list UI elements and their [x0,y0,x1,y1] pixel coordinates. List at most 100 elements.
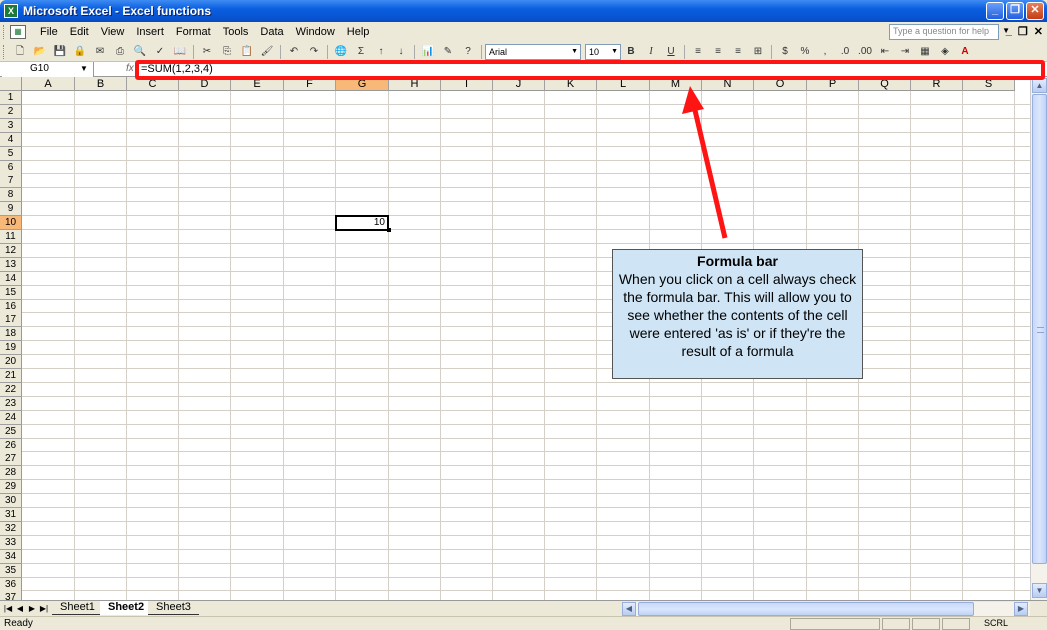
increase-indent-icon[interactable]: ⇥ [897,44,913,60]
row-header-4[interactable]: 4 [0,133,22,147]
increase-decimal-icon[interactable]: .0 [837,44,853,60]
column-header-Q[interactable]: Q [859,77,911,91]
column-header-G[interactable]: G [336,77,389,91]
vertical-scroll-thumb[interactable] [1032,94,1047,564]
borders-icon[interactable]: ▦ [917,44,933,60]
open-icon[interactable]: 📂 [32,44,48,60]
fill-color-icon[interactable]: ◈ [937,44,953,60]
formula-input[interactable]: =SUM(1,2,3,4) [141,62,213,76]
sheet-tab-sheet1[interactable]: Sheet1 [52,601,103,615]
column-header-L[interactable]: L [597,77,650,91]
merge-center-icon[interactable]: ⊞ [750,44,766,60]
hyperlink-icon[interactable]: 🌐 [333,44,349,60]
menu-help[interactable]: Help [341,23,376,41]
doc-restore-button[interactable]: ❐ [1018,25,1028,38]
menu-data[interactable]: Data [254,23,289,41]
scroll-right-icon[interactable]: ▶ [1014,602,1028,616]
row-header-31[interactable]: 31 [0,508,22,522]
redo-icon[interactable]: ↷ [306,44,322,60]
column-header-O[interactable]: O [754,77,807,91]
worksheet-grid[interactable]: A B C D E F G H I J K L M N O P Q R S 1 2 3 4 5 6 7 8 9 10 11 12 13 14 15… [0,77,1030,600]
row-header-28[interactable]: 28 [0,466,22,480]
scroll-down-icon[interactable]: ▼ [1032,583,1047,598]
font-color-button[interactable]: A [957,44,973,60]
menu-format[interactable]: Format [170,23,217,41]
save-icon[interactable]: 💾 [52,44,68,60]
column-header-A[interactable]: A [22,77,75,91]
column-header-P[interactable]: P [807,77,859,91]
column-header-M[interactable]: M [650,77,702,91]
currency-icon[interactable]: $ [777,44,793,60]
insert-function-icon[interactable]: fx [126,62,134,76]
new-icon[interactable]: 🗋 [12,44,28,60]
cut-icon[interactable]: ✂ [199,44,215,60]
comma-button[interactable]: , [817,44,833,60]
decrease-indent-icon[interactable]: ⇤ [877,44,893,60]
sort-ascending-icon[interactable]: ↑ [373,44,389,60]
toolbar-grip[interactable] [3,44,6,59]
row-header-3[interactable]: 3 [0,119,22,133]
row-header-24[interactable]: 24 [0,411,22,425]
sheet-tab-sheet3[interactable]: Sheet3 [148,601,199,615]
permission-icon[interactable]: 🔒 [72,44,88,60]
print-preview-icon[interactable]: 🔍 [132,44,148,60]
row-header-5[interactable]: 5 [0,147,22,161]
row-header-37[interactable]: 37 [0,591,22,600]
row-header-26[interactable]: 26 [0,439,22,453]
align-right-icon[interactable]: ≡ [730,44,746,60]
column-header-K[interactable]: K [545,77,597,91]
row-header-10[interactable]: 10 [0,216,22,230]
chart-wizard-icon[interactable]: 📊 [420,44,436,60]
help-search-input[interactable]: Type a question for help [889,24,999,40]
spelling-icon[interactable]: ✓ [152,44,168,60]
first-sheet-icon[interactable]: |◀ [3,602,13,615]
research-icon[interactable]: 📖 [172,44,188,60]
row-header-32[interactable]: 32 [0,522,22,536]
row-header-12[interactable]: 12 [0,244,22,258]
menu-window[interactable]: Window [290,23,341,41]
email-icon[interactable]: ✉ [92,44,108,60]
row-header-9[interactable]: 9 [0,202,22,216]
row-header-34[interactable]: 34 [0,550,22,564]
horizontal-scrollbar[interactable]: ◀ ▶ [622,602,1030,616]
underline-button[interactable]: U [663,44,679,60]
doc-close-button[interactable]: ✕ [1034,25,1043,38]
minimize-button[interactable]: _ [986,2,1004,20]
vertical-scrollbar[interactable]: ▲ ▼ [1030,77,1047,600]
column-header-N[interactable]: N [702,77,754,91]
menu-grip[interactable] [3,25,6,39]
column-header-I[interactable]: I [441,77,493,91]
bold-button[interactable]: B [623,44,639,60]
sort-descending-icon[interactable]: ↓ [393,44,409,60]
drawing-icon[interactable]: ✎ [440,44,456,60]
menu-tools[interactable]: Tools [217,23,255,41]
row-header-21[interactable]: 21 [0,369,22,383]
column-header-B[interactable]: B [75,77,127,91]
column-header-E[interactable]: E [231,77,284,91]
font-name-select[interactable]: Arial ▼ [485,43,581,60]
next-sheet-icon[interactable]: ▶ [27,602,37,615]
row-header-18[interactable]: 18 [0,327,22,341]
copy-icon[interactable]: ⎘ [219,44,235,60]
name-box-dropdown-icon[interactable]: ▼ [80,62,88,76]
row-header-6[interactable]: 6 [0,161,22,175]
row-header-11[interactable]: 11 [0,230,22,244]
sheet-tab-sheet2[interactable]: Sheet2 [100,601,153,615]
autosum-icon[interactable]: Σ [353,44,369,60]
prev-sheet-icon[interactable]: ◀ [15,602,25,615]
row-header-14[interactable]: 14 [0,272,22,286]
format-painter-icon[interactable]: 🖌 [259,44,275,60]
row-header-17[interactable]: 17 [0,313,22,327]
row-header-15[interactable]: 15 [0,286,22,300]
column-header-D[interactable]: D [179,77,231,91]
row-header-29[interactable]: 29 [0,480,22,494]
menu-file[interactable]: File [34,23,64,41]
close-button[interactable]: ✕ [1026,2,1044,20]
menu-edit[interactable]: Edit [64,23,95,41]
select-all-button[interactable] [0,77,22,91]
scroll-left-icon[interactable]: ◀ [622,602,636,616]
row-header-35[interactable]: 35 [0,564,22,578]
row-header-25[interactable]: 25 [0,425,22,439]
undo-icon[interactable]: ↶ [286,44,302,60]
row-header-2[interactable]: 2 [0,105,22,119]
